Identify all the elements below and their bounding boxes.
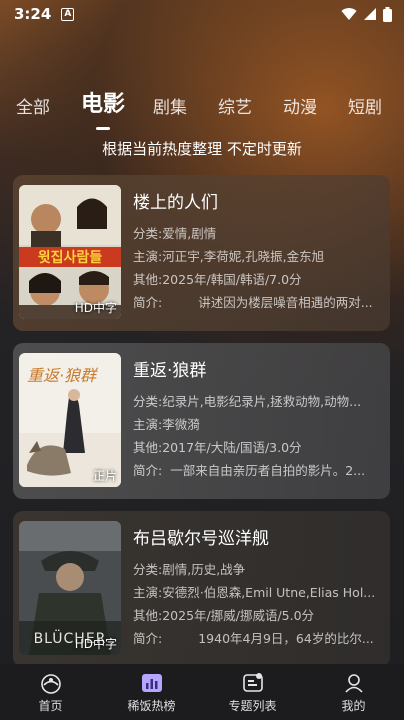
other-label: 其他: xyxy=(133,272,163,287)
movie-poster[interactable]: 重返·狼群 正片 xyxy=(19,353,121,487)
status-bar: 3:24 A xyxy=(0,0,404,28)
cast-row: 主演:李微漪 xyxy=(133,413,382,436)
genre-label: 分类: xyxy=(133,226,163,241)
chart-icon xyxy=(141,674,162,692)
notification-icon: A xyxy=(61,7,75,21)
movie-info: 楼上的人们 分类:爱情,剧情 主演:河正宇,李荷妮,孔晓振,金东旭 其他:202… xyxy=(133,185,382,321)
other-row: 其他:2017年/大陆/国语/3.0分 xyxy=(133,436,382,459)
cast-label: 主演: xyxy=(133,585,163,600)
genre-row: 分类:爱情,剧情 xyxy=(133,222,382,245)
intro-value: 一部来自由亲历者自拍的影片。2... xyxy=(170,463,366,478)
cast-value: 李微漪 xyxy=(162,417,200,432)
other-value: 2025年/挪威/挪威语/5.0分 xyxy=(162,608,315,623)
nav-home-label: 首页 xyxy=(38,699,63,713)
movie-list: 윗집사람들 HD中字 楼上的人们 分类:爱情,剧情 主演:河正宇,李荷妮,孔晓振… xyxy=(13,175,390,679)
movie-title: 布吕歇尔号巡洋舰 xyxy=(133,529,269,549)
cast-row: 主演:河正宇,李荷妮,孔晓振,金东旭 xyxy=(133,245,382,268)
movie-card[interactable]: BLÜCHER HD中字 布吕歇尔号巡洋舰 分类:剧情,历史,战争 主演:安德烈… xyxy=(13,511,390,667)
ranking-subtitle: 根据当前热度整理 不定时更新 xyxy=(102,140,302,158)
svg-text:重返·狼群: 重返·狼群 xyxy=(27,366,99,385)
movie-info: 重返·狼群 分类:纪录片,电影纪录片,拯救动物,动物... 主演:李微漪 其他:… xyxy=(133,353,382,489)
movie-card[interactable]: 윗집사람들 HD中字 楼上的人们 分类:爱情,剧情 主演:河正宇,李荷妮,孔晓振… xyxy=(13,175,390,331)
movie-poster[interactable]: BLÜCHER HD中字 xyxy=(19,521,121,655)
nav-home[interactable]: 首页 xyxy=(0,664,101,720)
cast-value: 安德烈·伯恩森,Emil Utne,Elias Hol... xyxy=(162,585,376,600)
other-label: 其他: xyxy=(133,608,163,623)
intro-row: 简介: 讲述因为楼层噪音相遇的两对... xyxy=(133,291,382,314)
other-value: 2025年/韩国/韩语/7.0分 xyxy=(162,272,302,287)
movie-title: 重返·狼群 xyxy=(133,361,207,381)
nav-hot-list[interactable]: 稀饭热榜 xyxy=(101,664,202,720)
intro-value: 讲述因为楼层噪音相遇的两对... xyxy=(198,295,373,310)
cast-value: 河正宇,李荷妮,孔晓振,金东旭 xyxy=(162,249,325,264)
quality-tag: HD中字 xyxy=(74,637,117,651)
wifi-icon xyxy=(341,8,357,20)
intro-value: 1940年4月9日，64岁的比尔... xyxy=(198,631,374,646)
intro-label: 简介: xyxy=(133,631,163,646)
genre-value: 剧情,历史,战争 xyxy=(162,562,246,577)
intro-row: 简介: 1940年4月9日，64岁的比尔... xyxy=(133,627,382,650)
other-label: 其他: xyxy=(133,440,163,455)
genre-value: 爱情,剧情 xyxy=(162,226,217,241)
other-row: 其他:2025年/韩国/韩语/7.0分 xyxy=(133,268,382,291)
movie-card[interactable]: 重返·狼群 正片 重返·狼群 分类:纪录片,电影纪录片,拯救动物,动物... 主… xyxy=(13,343,390,499)
tab-short-drama[interactable]: 短剧 xyxy=(348,93,382,122)
nav-topics[interactable]: 专题列表 xyxy=(202,664,303,720)
signal-icon xyxy=(364,8,376,20)
intro-label: 简介: xyxy=(133,295,163,310)
status-time: 3:24 xyxy=(14,5,52,23)
intro-row: 简介: 一部来自由亲历者自拍的影片。2... xyxy=(133,459,382,482)
movie-title: 楼上的人们 xyxy=(133,193,218,213)
quality-tag: HD中字 xyxy=(74,301,117,315)
topic-icon xyxy=(242,673,263,692)
movie-poster[interactable]: 윗집사람들 HD中字 xyxy=(19,185,121,319)
intro-label: 简介: xyxy=(133,463,163,478)
tab-series[interactable]: 剧集 xyxy=(153,93,187,122)
tab-anime[interactable]: 动漫 xyxy=(283,93,317,122)
battery-icon xyxy=(383,6,392,22)
tab-variety[interactable]: 综艺 xyxy=(218,93,252,122)
nav-hot-list-label: 稀饭热榜 xyxy=(127,699,176,713)
svg-text:윗집사람들: 윗집사람들 xyxy=(38,249,103,266)
bottom-navigation: 首页 稀饭热榜 专题列表 我的 xyxy=(0,664,404,720)
genre-label: 分类: xyxy=(133,394,163,409)
profile-icon xyxy=(344,674,363,693)
status-icons xyxy=(341,6,392,22)
tab-movie[interactable]: 电影 xyxy=(81,86,125,122)
other-value: 2017年/大陆/国语/3.0分 xyxy=(162,440,302,455)
nav-profile[interactable]: 我的 xyxy=(303,664,404,720)
genre-value: 纪录片,电影纪录片,拯救动物,动物... xyxy=(162,394,362,409)
nav-topics-label: 专题列表 xyxy=(228,699,277,713)
genre-row: 分类:纪录片,电影纪录片,拯救动物,动物... xyxy=(133,390,382,413)
other-row: 其他:2025年/挪威/挪威语/5.0分 xyxy=(133,604,382,627)
home-icon xyxy=(40,674,61,694)
genre-row: 分类:剧情,历史,战争 xyxy=(133,558,382,581)
cast-label: 主演: xyxy=(133,417,163,432)
nav-profile-label: 我的 xyxy=(341,699,366,713)
quality-tag: 正片 xyxy=(92,469,117,483)
cast-label: 主演: xyxy=(133,249,163,264)
movie-info: 布吕歇尔号巡洋舰 分类:剧情,历史,战争 主演:安德烈·伯恩森,Emil Utn… xyxy=(133,521,382,657)
cast-row: 主演:安德烈·伯恩森,Emil Utne,Elias Hol... xyxy=(133,581,382,604)
tab-all[interactable]: 全部 xyxy=(16,93,50,122)
genre-label: 分类: xyxy=(133,562,163,577)
category-tabs: 全部 电影 剧集 综艺 动漫 短剧 xyxy=(0,86,404,122)
